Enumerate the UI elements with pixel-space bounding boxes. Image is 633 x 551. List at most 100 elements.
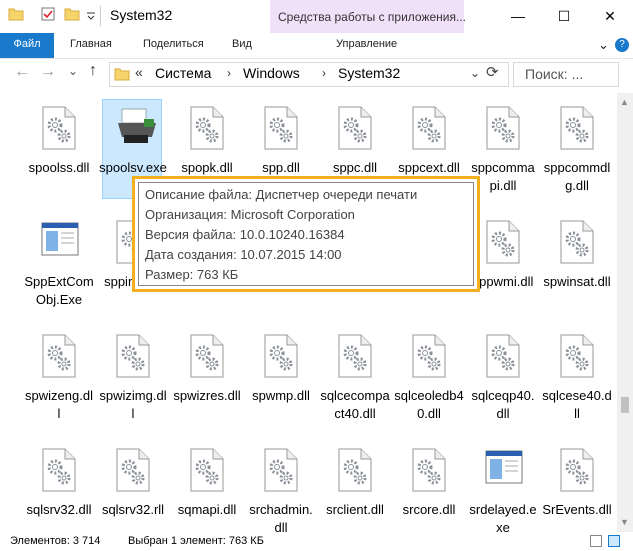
file-item-label: srdelayed.exe xyxy=(469,502,537,532)
breadcrumb-windows[interactable]: Windows xyxy=(243,65,300,81)
file-item-label: sppcext.dll xyxy=(398,160,460,175)
file-item-label: sqlceoledb40.dll xyxy=(394,388,464,421)
dll-gear-icon xyxy=(484,333,522,379)
back-button[interactable]: ← xyxy=(14,63,30,81)
dll-gear-icon xyxy=(558,219,596,265)
breadcrumb-system32[interactable]: System32 xyxy=(338,65,400,81)
file-item-label: sqlsrv32.dll xyxy=(26,502,92,517)
refresh-button[interactable]: ⟳ xyxy=(486,63,499,81)
dll-gear-icon xyxy=(188,333,226,379)
file-item-label: SppExtComObj.Exe xyxy=(24,274,94,307)
file-info-tooltip-highlight: Описание файла: Диспетчер очереди печати… xyxy=(132,176,480,292)
new-folder-icon[interactable] xyxy=(64,6,80,22)
tooltip-description: Описание файла: Диспетчер очереди печати xyxy=(145,187,418,202)
file-item-label: spwizres.dll xyxy=(173,388,241,403)
address-dropdown-button[interactable]: ⌄ xyxy=(470,66,480,80)
file-item-label: spwmp.dll xyxy=(252,388,310,403)
folder-icon xyxy=(8,8,24,21)
details-view-icon[interactable] xyxy=(590,535,602,547)
file-info-tooltip: Описание файла: Диспетчер очереди печати… xyxy=(138,182,474,286)
status-bar: Элементов: 3 714 Выбран 1 элемент: 763 К… xyxy=(0,532,633,551)
properties-icon[interactable] xyxy=(40,6,56,22)
file-item-label: sqlcese40.dll xyxy=(542,388,612,421)
help-button[interactable]: ? xyxy=(615,38,629,52)
tab-share[interactable]: Поделиться xyxy=(143,33,204,58)
tab-manage[interactable]: Управление xyxy=(336,33,397,58)
file-item-label: srclient.dll xyxy=(326,502,384,517)
dll-gear-icon xyxy=(558,105,596,151)
file-item-label: SrEvents.dll xyxy=(542,502,612,517)
large-icons-view-icon[interactable] xyxy=(608,535,620,547)
file-item-label: sqlcecompact40.dll xyxy=(320,388,390,421)
file-item-label: spoolsv.exe xyxy=(99,160,167,175)
minimize-button[interactable]: — xyxy=(495,0,541,32)
dll-gear-icon xyxy=(484,105,522,151)
breadcrumb-system[interactable]: Система xyxy=(155,65,211,81)
file-item-label: sppc.dll xyxy=(332,160,378,175)
dll-gear-icon xyxy=(558,333,596,379)
window-exe-icon xyxy=(40,219,79,265)
tab-home[interactable]: Главная xyxy=(70,33,112,58)
dll-gear-icon xyxy=(484,219,522,265)
chevron-right-icon[interactable]: › xyxy=(227,66,231,80)
scroll-up-icon[interactable]: ▲ xyxy=(620,97,629,107)
folder-icon xyxy=(114,68,130,81)
up-button[interactable]: ↑ xyxy=(89,62,97,80)
title-divider xyxy=(100,6,101,26)
tab-file[interactable]: Файл xyxy=(0,33,54,58)
tooltip-company: Организация: Microsoft Corporation xyxy=(145,207,355,222)
dll-gear-icon xyxy=(114,333,152,379)
file-item-label: sqlceqp40.dll xyxy=(471,388,535,421)
scroll-thumb[interactable] xyxy=(621,397,629,413)
dll-gear-icon xyxy=(188,447,226,493)
dll-gear-icon xyxy=(40,333,78,379)
tab-view[interactable]: Вид xyxy=(232,33,252,58)
ribbon-collapse-button[interactable]: ⌄ xyxy=(598,33,609,58)
file-item-label: spp.dll xyxy=(262,160,300,175)
file-item-label: spwinsat.dll xyxy=(543,274,611,289)
dll-gear-icon xyxy=(336,333,374,379)
status-item-count: Элементов: 3 714 xyxy=(10,535,101,547)
maximize-button[interactable]: ☐ xyxy=(541,0,587,32)
file-item-label: sqlsrv32.rll xyxy=(101,502,165,517)
printer-icon xyxy=(114,105,156,151)
tooltip-size: Размер: 763 КБ xyxy=(145,267,239,282)
breadcrumb-overflow[interactable]: « xyxy=(135,64,143,80)
dll-gear-icon xyxy=(262,105,300,151)
vertical-scrollbar[interactable]: ▲ ▼ xyxy=(617,93,633,532)
dll-gear-icon xyxy=(336,105,374,151)
dll-gear-icon xyxy=(410,105,448,151)
dll-gear-icon xyxy=(40,447,78,493)
recent-locations-button[interactable]: ⌄ xyxy=(68,64,78,78)
chevron-right-icon[interactable]: › xyxy=(322,66,326,80)
close-button[interactable]: ✕ xyxy=(587,0,633,32)
dll-gear-icon xyxy=(188,105,226,151)
file-grid: spoolss.dll spoolsv.exe spopk.dll spp.dll sp… xyxy=(0,93,617,532)
dll-gear-icon xyxy=(558,447,596,493)
file-item-label: sqmapi.dll xyxy=(177,502,237,517)
file-item-label: spoolss.dll xyxy=(28,160,90,175)
dll-gear-icon xyxy=(410,447,448,493)
file-item-label: srchadmin.dll xyxy=(249,502,313,532)
window-title: System32 xyxy=(110,7,173,23)
status-selection: Выбран 1 элемент: 763 КБ xyxy=(128,535,264,547)
window-exe-icon xyxy=(484,447,523,493)
dll-gear-icon xyxy=(40,105,78,151)
dll-gear-icon xyxy=(410,333,448,379)
dll-gear-icon xyxy=(262,447,300,493)
qat-dropdown-icon[interactable] xyxy=(86,10,96,20)
tooltip-created: Дата создания: 10.07.2015 14:00 xyxy=(145,247,342,262)
tooltip-version: Версия файла: 10.0.10240.16384 xyxy=(145,227,345,242)
forward-button[interactable]: → xyxy=(40,63,56,81)
file-item-label: sppcommdlg.dll xyxy=(543,160,611,193)
dll-gear-icon xyxy=(114,447,152,493)
file-item-label: spopk.dll xyxy=(181,160,233,175)
scroll-down-icon[interactable]: ▼ xyxy=(620,517,629,527)
contextual-tab-label: Средства работы с приложения... xyxy=(278,10,466,24)
file-item-label: spwizeng.dll xyxy=(25,388,93,421)
file-item-label: spwizimg.dll xyxy=(99,388,167,421)
dll-gear-icon xyxy=(262,333,300,379)
file-item-label: srcore.dll xyxy=(402,502,456,517)
dll-gear-icon xyxy=(336,447,374,493)
search-placeholder: Поиск: ... xyxy=(525,66,584,82)
